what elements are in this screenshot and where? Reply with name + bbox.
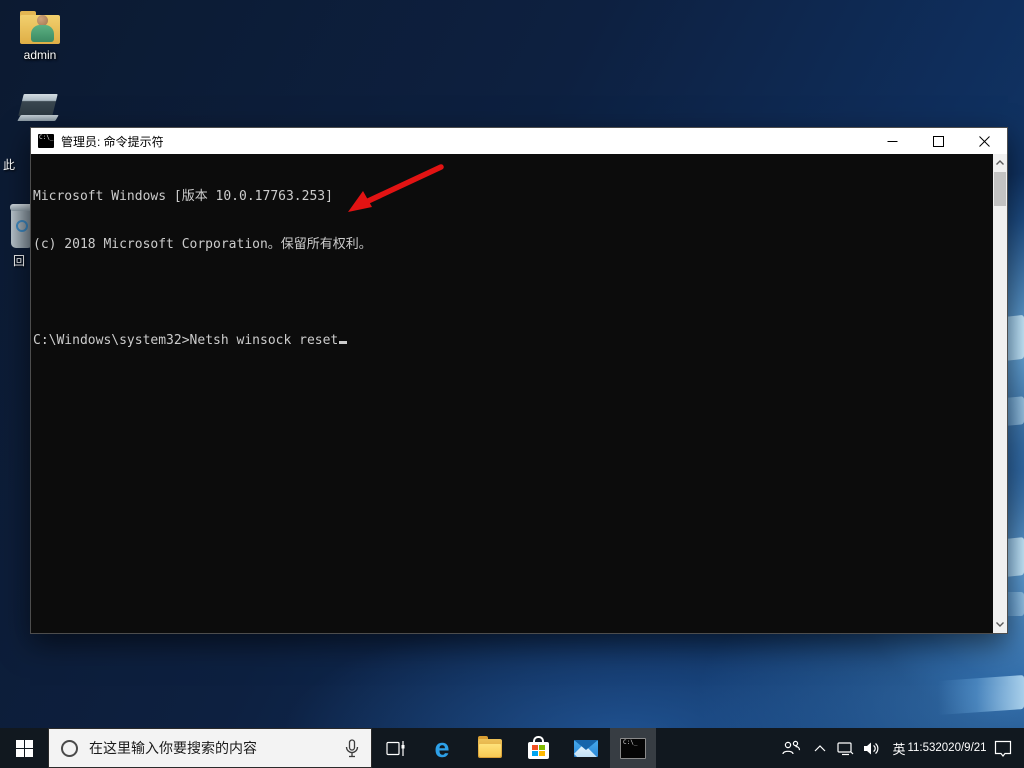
window-titlebar[interactable]: C:\_ 管理员: 命令提示符 — [31, 128, 1007, 154]
action-center-icon — [994, 740, 1012, 757]
terminal-prompt: C:\Windows\system32> — [33, 333, 190, 348]
recycle-bin-label-fragment: 回 — [13, 252, 25, 269]
taskbar: 在这里输入你要搜索的内容 e — [0, 728, 1024, 768]
taskbar-app-command-prompt-active[interactable]: C:\_ — [610, 728, 656, 768]
computer-icon — [19, 94, 57, 122]
file-explorer-icon — [478, 739, 502, 758]
terminal-blank-line — [33, 285, 993, 301]
cortana-icon — [61, 740, 78, 757]
task-view-button[interactable] — [372, 728, 418, 768]
network-status-button[interactable] — [832, 728, 858, 768]
maximize-button[interactable] — [915, 128, 961, 154]
people-icon — [781, 740, 801, 756]
terminal-command: Netsh winsock reset — [190, 333, 339, 348]
command-prompt-window: C:\_ 管理员: 命令提示符 Microsoft Windows [版本 10… — [30, 127, 1008, 634]
action-center-button[interactable] — [982, 728, 1024, 768]
chevron-up-icon — [814, 745, 826, 752]
windows-logo-icon — [16, 740, 33, 757]
minimize-button[interactable] — [869, 128, 915, 154]
taskbar-app-mail[interactable] — [562, 728, 610, 768]
people-button[interactable] — [774, 728, 808, 768]
clock-button[interactable]: 11:53 2020/9/21 — [912, 728, 982, 768]
ime-indicator: 英 — [892, 739, 905, 758]
volume-icon — [863, 741, 881, 756]
cmd-window-icon: C:\_ — [38, 134, 54, 148]
terminal-scrollbar[interactable] — [993, 154, 1007, 633]
minimize-icon — [887, 136, 898, 147]
close-icon — [979, 136, 990, 147]
scrollbar-thumb[interactable] — [994, 172, 1006, 206]
microsoft-store-icon — [528, 742, 549, 759]
start-button[interactable] — [0, 728, 48, 768]
scrollbar-up-arrow[interactable] — [993, 155, 1007, 170]
admin-icon-label: admin — [24, 48, 57, 62]
search-placeholder: 在这里输入你要搜索的内容 — [89, 738, 345, 758]
terminal-prompt-line: C:\Windows\system32>Netsh winsock reset — [33, 333, 993, 349]
terminal-line: (c) 2018 Microsoft Corporation。保留所有权利。 — [33, 237, 993, 253]
edge-icon: e — [434, 735, 449, 762]
show-hidden-icons-button[interactable] — [808, 728, 832, 768]
taskbar-app-microsoft-store[interactable] — [514, 728, 562, 768]
tray-date: 2020/9/21 — [935, 741, 986, 755]
terminal-output[interactable]: Microsoft Windows [版本 10.0.17763.253] (c… — [31, 154, 993, 633]
close-button[interactable] — [961, 128, 1007, 154]
window-title: 管理员: 命令提示符 — [61, 133, 869, 150]
desktop-icon-this-pc[interactable] — [16, 94, 60, 122]
mail-icon — [574, 740, 598, 757]
taskbar-app-edge[interactable]: e — [418, 728, 466, 768]
tray-time: 11:53 — [907, 741, 935, 755]
wallpaper-light-beam — [938, 675, 1024, 715]
this-pc-label-fragment: 此 — [3, 156, 15, 173]
taskbar-search-box[interactable]: 在这里输入你要搜索的内容 — [48, 728, 372, 768]
desktop-icon-admin-folder[interactable]: admin — [12, 12, 68, 62]
taskbar-app-file-explorer[interactable] — [466, 728, 514, 768]
maximize-icon — [933, 136, 944, 147]
scrollbar-down-arrow[interactable] — [993, 617, 1007, 632]
system-tray: 英 11:53 2020/9/21 — [774, 728, 1024, 768]
network-icon — [837, 741, 854, 756]
volume-button[interactable] — [858, 728, 886, 768]
command-prompt-icon: C:\_ — [620, 738, 646, 759]
microphone-icon[interactable] — [345, 739, 359, 758]
task-view-icon — [386, 740, 405, 757]
terminal-cursor — [339, 341, 347, 344]
user-folder-icon — [20, 12, 60, 44]
terminal-line: Microsoft Windows [版本 10.0.17763.253] — [33, 189, 993, 205]
